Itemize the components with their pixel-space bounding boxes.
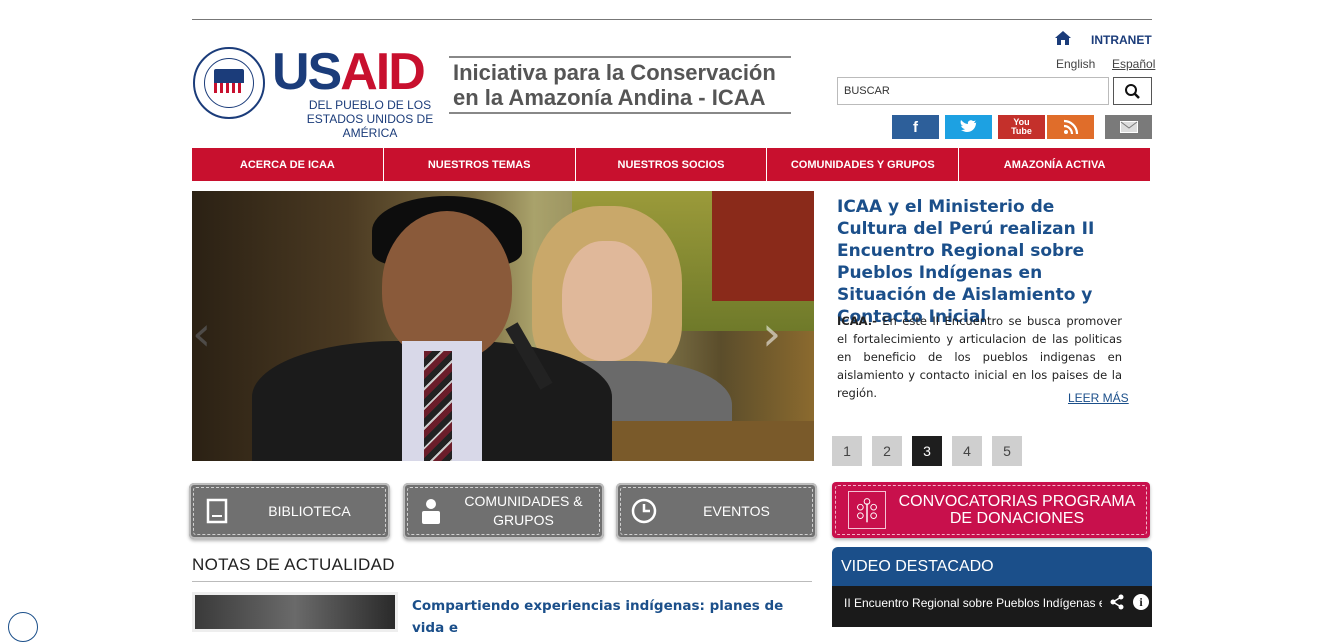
- twitter-button[interactable]: [945, 115, 992, 139]
- email-icon: [1119, 121, 1138, 133]
- biblioteca-button[interactable]: BIBLIOTECA: [189, 483, 390, 539]
- comunidades-label: COMUNIDADES & GRUPOS: [464, 493, 583, 528]
- featured-body-text: En este II Encuentro se busca promover e…: [837, 314, 1122, 400]
- featured-lead: ICAA.-: [837, 314, 877, 328]
- biblioteca-label: BIBLIOTECA: [268, 502, 351, 519]
- convocatorias-label: CONVOCATORIAS PROGRAMA DE DONACIONES: [898, 493, 1136, 527]
- search-input[interactable]: [837, 77, 1109, 105]
- nav-temas[interactable]: NUESTROS TEMAS: [384, 148, 576, 181]
- clock-icon: [631, 498, 657, 524]
- featured-title[interactable]: ICAA y el Ministerio de Cultura del Perú…: [837, 196, 1127, 328]
- usaid-tagline: DEL PUEBLO DE LOS ESTADOS UNIDOS DE AMÉR…: [306, 98, 434, 140]
- man-head: [382, 211, 512, 361]
- intranet-link[interactable]: INTRANET: [1091, 33, 1152, 47]
- search-icon: [1125, 84, 1140, 99]
- nav-acerca[interactable]: ACERCA DE ICAA: [192, 148, 384, 181]
- bg-red-panel: [712, 191, 814, 301]
- book-icon: [206, 498, 228, 524]
- video-destacado-panel: VIDEO DESTACADO II Encuentro Regional so…: [832, 547, 1152, 627]
- icaa-title-logo[interactable]: Iniciativa para la Conservación en la Am…: [449, 56, 791, 114]
- info-icon[interactable]: i: [1133, 594, 1149, 610]
- facebook-icon: f: [913, 118, 918, 136]
- eventos-button[interactable]: EVENTOS: [616, 483, 817, 539]
- facebook-button[interactable]: f: [892, 115, 939, 139]
- usaid-wordmark-aid: AID: [340, 43, 426, 101]
- read-more-link[interactable]: LEER MÁS: [1068, 391, 1129, 405]
- featured-slide-image[interactable]: [192, 191, 814, 461]
- youtube-icon: You Tube: [1011, 117, 1032, 136]
- usaid-seal-logo[interactable]: [193, 47, 265, 119]
- nota-thumbnail[interactable]: [192, 592, 398, 632]
- notas-divider: [192, 581, 812, 582]
- search-button[interactable]: [1113, 77, 1152, 105]
- usaid-wordmark[interactable]: USAID: [272, 43, 426, 101]
- slide-prev-arrow-icon[interactable]: ‹: [192, 310, 211, 358]
- nav-socios[interactable]: NUESTROS SOCIOS: [576, 148, 768, 181]
- video-title[interactable]: II Encuentro Regional sobre Pueblos Indí…: [844, 596, 1102, 610]
- notas-heading: NOTAS DE ACTUALIDAD: [192, 555, 395, 574]
- plant-icon: [848, 491, 886, 529]
- eventos-label: EVENTOS: [703, 502, 770, 519]
- pager-page-4[interactable]: 4: [952, 436, 982, 466]
- page-wrapper: USAID DEL PUEBLO DE LOS ESTADOS UNIDOS D…: [189, 0, 1155, 636]
- user-icon: [422, 499, 440, 524]
- top-divider: [192, 19, 1152, 20]
- table: [612, 421, 814, 461]
- seal-stripes: [214, 83, 244, 93]
- slide-next-arrow-icon[interactable]: ›: [762, 310, 781, 358]
- rss-button[interactable]: [1047, 115, 1094, 139]
- featured-body: ICAA.- En este II Encuentro se busca pro…: [837, 312, 1122, 402]
- nav-amazonia[interactable]: AMAZONÍA ACTIVA: [959, 148, 1150, 181]
- share-icon[interactable]: [1109, 594, 1125, 610]
- accessibility-icon[interactable]: [8, 612, 38, 642]
- nota-title-link[interactable]: Compartiendo experiencias indígenas: pla…: [412, 595, 812, 639]
- comunidades-grupos-button[interactable]: COMUNIDADES & GRUPOS: [403, 483, 604, 539]
- twitter-icon: [960, 120, 977, 132]
- youtube-button[interactable]: You Tube: [998, 115, 1045, 139]
- lang-spanish-link[interactable]: Español: [1112, 57, 1155, 71]
- home-icon[interactable]: [1054, 30, 1072, 46]
- email-button[interactable]: [1105, 115, 1152, 139]
- lang-english-link[interactable]: English: [1056, 57, 1095, 71]
- rss-icon: [1063, 119, 1078, 135]
- pager-page-1[interactable]: 1: [832, 436, 862, 466]
- pager-page-2[interactable]: 2: [872, 436, 902, 466]
- pager-page-3-active[interactable]: 3: [912, 436, 942, 466]
- video-heading: VIDEO DESTACADO: [841, 558, 994, 575]
- man-tie: [424, 351, 452, 461]
- usaid-wordmark-us: US: [272, 43, 342, 101]
- main-nav: ACERCA DE ICAA NUESTROS TEMAS NUESTROS S…: [192, 148, 1150, 181]
- nav-comunidades[interactable]: COMUNIDADES Y GRUPOS: [767, 148, 960, 181]
- pager-page-5[interactable]: 5: [992, 436, 1022, 466]
- slide-pager: 1 2 3 4 5: [832, 436, 1022, 466]
- woman-face: [562, 241, 652, 361]
- convocatorias-donaciones-button[interactable]: CONVOCATORIAS PROGRAMA DE DONACIONES: [832, 482, 1150, 538]
